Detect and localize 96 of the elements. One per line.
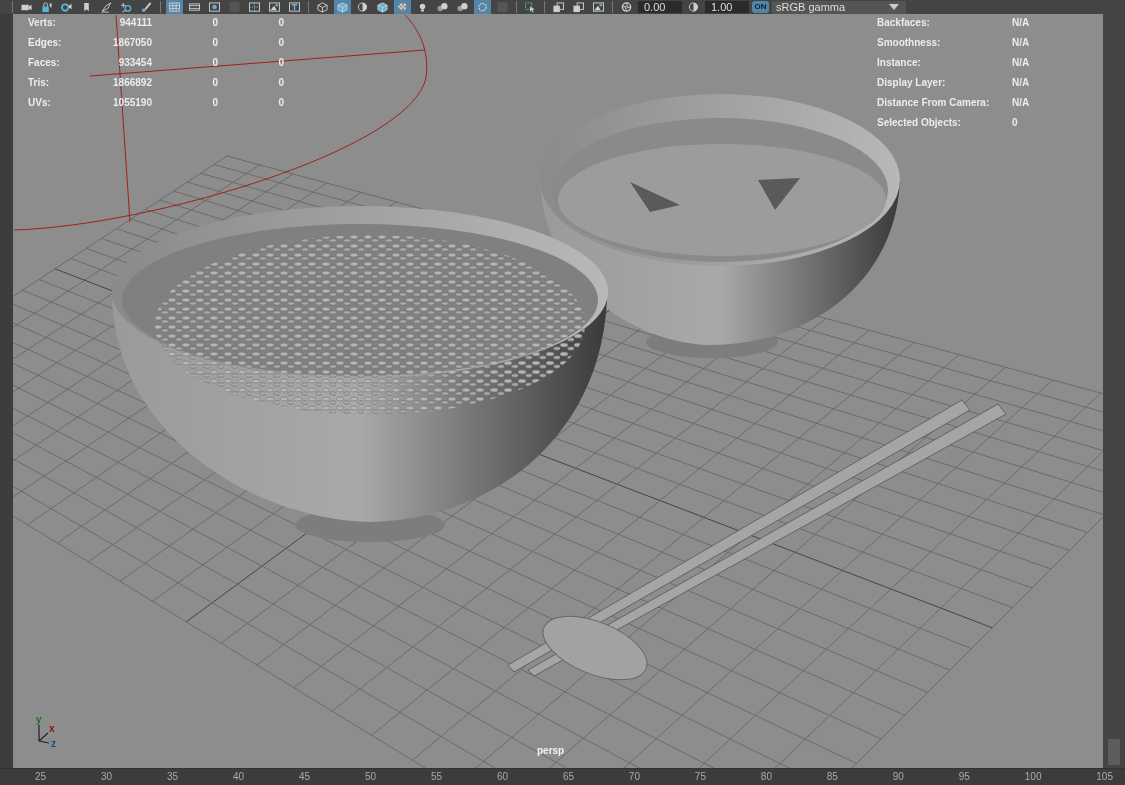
frame-number: 105	[1096, 770, 1113, 784]
spheres-icon	[456, 1, 469, 13]
ring-icon	[476, 1, 489, 13]
toolbar-button[interactable]	[286, 0, 303, 14]
stat-value: 0	[277, 76, 284, 90]
toolbar-button[interactable]	[570, 0, 587, 14]
info-label: Instance:	[877, 56, 922, 70]
cube-icon	[376, 1, 389, 13]
half-circle-icon	[687, 1, 700, 13]
stat-label: Faces:	[28, 56, 61, 70]
info-label: Distance From Camera:	[877, 96, 991, 110]
info-value: N/A	[1012, 56, 1031, 70]
pen-icon	[100, 1, 113, 13]
toolbar-button[interactable]	[246, 0, 263, 14]
stat-value: 0	[211, 16, 218, 30]
info-value: N/A	[1012, 96, 1031, 110]
stat-value: 1055190	[112, 96, 152, 110]
stacked-squares-icon	[552, 1, 565, 13]
stat-value: 0	[211, 96, 218, 110]
film-gate-icon	[188, 1, 201, 13]
info-label: Display Layer:	[877, 76, 947, 90]
frame-number: 55	[430, 770, 443, 784]
axis-label: y	[36, 714, 42, 725]
number-field[interactable]: 0.00	[638, 1, 682, 13]
stat-value: 944111	[118, 16, 152, 30]
checker-icon	[396, 1, 409, 13]
dark-square-icon	[496, 1, 509, 13]
info-label: Selected Objects:	[877, 116, 962, 130]
stat-label: Verts:	[28, 16, 57, 30]
stacked-squares-icon	[572, 1, 585, 13]
frame-number: 35	[166, 770, 179, 784]
frame-number: 60	[496, 770, 508, 784]
stat-value: 0	[211, 56, 218, 70]
frame-number: 90	[892, 770, 904, 784]
number-field[interactable]: 1.00	[705, 1, 749, 13]
axis-label: z	[51, 738, 56, 748]
gear-icon	[60, 1, 73, 13]
cube-icon	[336, 1, 349, 13]
frame-number: 70	[628, 770, 640, 784]
camera-name: persp	[537, 745, 565, 756]
lock-icon	[40, 1, 53, 13]
cube-icon	[316, 1, 329, 13]
frame-number: 80	[760, 770, 772, 784]
aperture-icon	[620, 1, 633, 13]
frame-number: 50	[364, 770, 377, 784]
crosshair-icon	[248, 1, 261, 13]
toolbar-button[interactable]	[58, 0, 75, 14]
dark-square-icon	[228, 1, 241, 13]
toolbar-button[interactable]	[314, 0, 331, 14]
toolbar-button[interactable]	[394, 0, 411, 14]
stat-value: 0	[211, 76, 218, 90]
picture-icon	[592, 1, 605, 13]
toolbar-button[interactable]	[186, 0, 203, 14]
stat-value: 0	[277, 36, 284, 50]
magnifier-icon	[120, 1, 133, 13]
axis-label: x	[49, 723, 55, 734]
frame-number: 95	[958, 770, 970, 784]
toolbar-button[interactable]	[590, 0, 607, 14]
toggle-button[interactable]: ON	[752, 1, 769, 13]
frame-number: 85	[826, 770, 838, 784]
toolbar-button[interactable]	[550, 0, 567, 14]
text-icon	[288, 1, 301, 13]
grid-icon	[168, 1, 181, 13]
info-value: 0	[1012, 116, 1019, 130]
info-value: N/A	[1012, 36, 1031, 50]
frame-number: 40	[232, 770, 245, 784]
toolbar-button[interactable]	[374, 0, 391, 14]
stat-value: 0	[277, 56, 284, 70]
info-value: N/A	[1012, 16, 1031, 30]
frame-number: 75	[694, 770, 706, 784]
toolbar-button[interactable]	[206, 0, 223, 14]
stat-label: Tris:	[28, 76, 51, 90]
info-value: N/A	[1012, 76, 1031, 90]
frame-number: 65	[562, 770, 574, 784]
frame-number: 100	[1024, 770, 1042, 784]
frame-number: 25	[35, 770, 47, 784]
selection-arrow-icon	[524, 1, 537, 13]
picture-icon	[268, 1, 281, 13]
toolbar-button[interactable]	[266, 0, 283, 14]
stat-value: 1867050	[112, 36, 152, 50]
frame-number: 30	[101, 770, 113, 784]
axis-gizmo-icon	[38, 724, 50, 744]
info-label: Backfaces:	[877, 16, 931, 30]
half-circle-icon	[356, 1, 369, 13]
spheres-icon	[436, 1, 449, 13]
frame-number: 45	[298, 770, 311, 784]
caret-icon	[888, 3, 900, 11]
stat-value: 0	[277, 16, 284, 30]
color-space-dropdown[interactable]: sRGB gamma	[772, 0, 906, 14]
stat-label: Edges:	[28, 36, 63, 50]
info-label: Smoothness:	[877, 36, 942, 50]
scrollbar-thumb[interactable]	[1108, 739, 1120, 765]
stat-value: 0	[277, 96, 284, 110]
stat-label: UVs:	[28, 96, 52, 110]
stat-value: 0	[211, 36, 218, 50]
brush-icon	[140, 1, 153, 13]
